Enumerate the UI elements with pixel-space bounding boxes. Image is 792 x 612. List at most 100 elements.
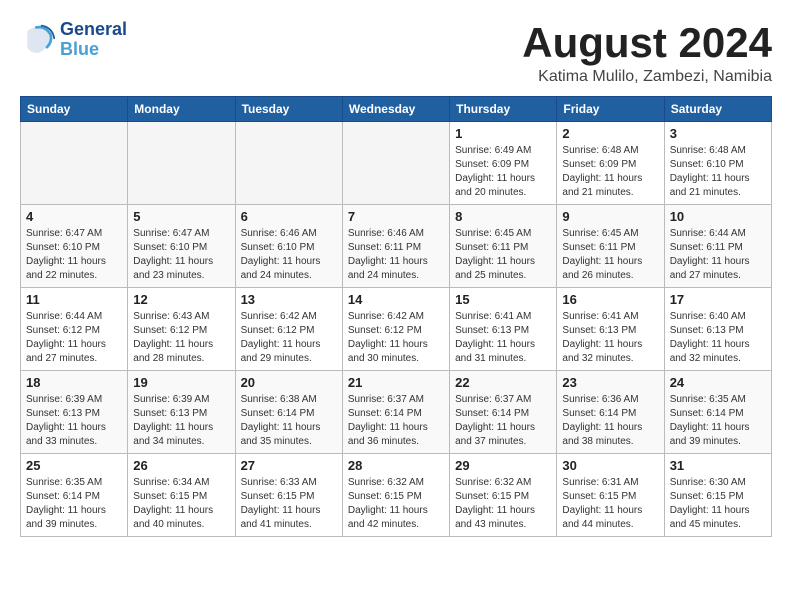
calendar-cell: 29 Sunrise: 6:32 AM Sunset: 6:15 PM Dayli… [450, 454, 557, 537]
calendar-header-row: SundayMondayTuesdayWednesdayThursdayFrid… [21, 97, 772, 122]
calendar-cell: 21Sunrise: 6:37 AM Sunset: 6:14 PM Dayli… [342, 371, 449, 454]
day-number: 30 [562, 458, 658, 473]
day-number: 13 [241, 292, 337, 307]
column-header-thursday: Thursday [450, 97, 557, 122]
day-info: Sunrise: 6:40 AM Sunset: 6:13 PM Dayligh… [670, 310, 766, 366]
day-info: Sunrise: 6:42 AM Sunset: 6:12 PM Dayligh… [241, 310, 337, 366]
calendar-cell: 20 Sunrise: 6:38 AM Sunset: 6:14 PM Dayli… [235, 371, 342, 454]
day-info: Sunrise: 6:41 AM Sunset: 6:13 PM Dayligh… [562, 310, 658, 366]
day-number: 22 [455, 375, 551, 390]
day-number: 2 [562, 126, 658, 141]
day-info: Sunrise: 6:46 AM Sunset: 6:11 PM Dayligh… [348, 227, 444, 283]
calendar-cell [128, 122, 235, 205]
calendar-cell: 8 Sunrise: 6:45 AM Sunset: 6:11 PM Daylig… [450, 205, 557, 288]
calendar-cell: 26Sunrise: 6:34 AM Sunset: 6:15 PM Dayli… [128, 454, 235, 537]
calendar-cell: 5Sunrise: 6:47 AM Sunset: 6:10 PM Daylig… [128, 205, 235, 288]
calendar-cell: 15Sunrise: 6:41 AM Sunset: 6:13 PM Dayli… [450, 288, 557, 371]
calendar-cell: 27 Sunrise: 6:33 AM Sunset: 6:15 PM Dayli… [235, 454, 342, 537]
day-info: Sunrise: 6:36 AM Sunset: 6:14 PM Dayligh… [562, 393, 658, 449]
day-number: 19 [133, 375, 229, 390]
calendar-cell: 31Sunrise: 6:30 AM Sunset: 6:15 PM Dayli… [664, 454, 771, 537]
column-header-sunday: Sunday [21, 97, 128, 122]
day-number: 7 [348, 209, 444, 224]
day-info: Sunrise: 6:38 AM Sunset: 6:14 PM Dayligh… [241, 393, 337, 449]
day-number: 10 [670, 209, 766, 224]
calendar-cell: 28Sunrise: 6:32 AM Sunset: 6:15 PM Dayli… [342, 454, 449, 537]
day-info: Sunrise: 6:49 AM Sunset: 6:09 PM Dayligh… [455, 144, 551, 200]
calendar-cell [342, 122, 449, 205]
calendar-cell: 17 Sunrise: 6:40 AM Sunset: 6:13 PM Dayli… [664, 288, 771, 371]
day-info: Sunrise: 6:39 AM Sunset: 6:13 PM Dayligh… [133, 393, 229, 449]
day-number: 12 [133, 292, 229, 307]
calendar-cell: 24 Sunrise: 6:35 AM Sunset: 6:14 PM Dayli… [664, 371, 771, 454]
day-info: Sunrise: 6:44 AM Sunset: 6:11 PM Dayligh… [670, 227, 766, 283]
day-info: Sunrise: 6:45 AM Sunset: 6:11 PM Dayligh… [455, 227, 551, 283]
week-row-1: 1 Sunrise: 6:49 AM Sunset: 6:09 PM Daylig… [21, 122, 772, 205]
day-info: Sunrise: 6:48 AM Sunset: 6:09 PM Dayligh… [562, 144, 658, 200]
page-header: General Blue August 2024 Katima Mulilo, … [20, 20, 772, 86]
week-row-5: 25 Sunrise: 6:35 AM Sunset: 6:14 PM Dayli… [21, 454, 772, 537]
column-header-monday: Monday [128, 97, 235, 122]
day-info: Sunrise: 6:35 AM Sunset: 6:14 PM Dayligh… [670, 393, 766, 449]
calendar-cell: 25 Sunrise: 6:35 AM Sunset: 6:14 PM Dayli… [21, 454, 128, 537]
day-number: 15 [455, 292, 551, 307]
calendar-cell: 3Sunrise: 6:48 AM Sunset: 6:10 PM Daylig… [664, 122, 771, 205]
day-number: 4 [26, 209, 122, 224]
day-info: Sunrise: 6:48 AM Sunset: 6:10 PM Dayligh… [670, 144, 766, 200]
calendar-cell: 19 Sunrise: 6:39 AM Sunset: 6:13 PM Dayli… [128, 371, 235, 454]
logo-text: General Blue [60, 20, 127, 60]
column-header-tuesday: Tuesday [235, 97, 342, 122]
column-header-saturday: Saturday [664, 97, 771, 122]
day-number: 14 [348, 292, 444, 307]
calendar-cell: 13 Sunrise: 6:42 AM Sunset: 6:12 PM Dayli… [235, 288, 342, 371]
calendar-cell: 30Sunrise: 6:31 AM Sunset: 6:15 PM Dayli… [557, 454, 664, 537]
calendar-cell [21, 122, 128, 205]
calendar-cell: 18Sunrise: 6:39 AM Sunset: 6:13 PM Dayli… [21, 371, 128, 454]
month-title: August 2024 [522, 20, 772, 66]
week-row-3: 11 Sunrise: 6:44 AM Sunset: 6:12 PM Dayli… [21, 288, 772, 371]
day-number: 17 [670, 292, 766, 307]
day-number: 8 [455, 209, 551, 224]
calendar-cell: 10 Sunrise: 6:44 AM Sunset: 6:11 PM Dayli… [664, 205, 771, 288]
day-info: Sunrise: 6:47 AM Sunset: 6:10 PM Dayligh… [133, 227, 229, 283]
day-info: Sunrise: 6:32 AM Sunset: 6:15 PM Dayligh… [455, 476, 551, 532]
day-number: 27 [241, 458, 337, 473]
day-info: Sunrise: 6:35 AM Sunset: 6:14 PM Dayligh… [26, 476, 122, 532]
calendar-table: SundayMondayTuesdayWednesdayThursdayFrid… [20, 96, 772, 537]
day-number: 9 [562, 209, 658, 224]
day-info: Sunrise: 6:37 AM Sunset: 6:14 PM Dayligh… [455, 393, 551, 449]
day-number: 6 [241, 209, 337, 224]
day-info: Sunrise: 6:34 AM Sunset: 6:15 PM Dayligh… [133, 476, 229, 532]
calendar-cell: 11 Sunrise: 6:44 AM Sunset: 6:12 PM Dayli… [21, 288, 128, 371]
day-number: 11 [26, 292, 122, 307]
calendar-cell: 2 Sunrise: 6:48 AM Sunset: 6:09 PM Daylig… [557, 122, 664, 205]
title-block: August 2024 Katima Mulilo, Zambezi, Nami… [522, 20, 772, 86]
calendar-cell: 16 Sunrise: 6:41 AM Sunset: 6:13 PM Dayli… [557, 288, 664, 371]
day-number: 1 [455, 126, 551, 141]
week-row-4: 18Sunrise: 6:39 AM Sunset: 6:13 PM Dayli… [21, 371, 772, 454]
week-row-2: 4 Sunrise: 6:47 AM Sunset: 6:10 PM Daylig… [21, 205, 772, 288]
day-number: 29 [455, 458, 551, 473]
calendar-cell [235, 122, 342, 205]
day-number: 23 [562, 375, 658, 390]
day-info: Sunrise: 6:44 AM Sunset: 6:12 PM Dayligh… [26, 310, 122, 366]
day-info: Sunrise: 6:30 AM Sunset: 6:15 PM Dayligh… [670, 476, 766, 532]
day-info: Sunrise: 6:47 AM Sunset: 6:10 PM Dayligh… [26, 227, 122, 283]
day-number: 16 [562, 292, 658, 307]
column-header-friday: Friday [557, 97, 664, 122]
calendar-cell: 12 Sunrise: 6:43 AM Sunset: 6:12 PM Dayli… [128, 288, 235, 371]
day-number: 20 [241, 375, 337, 390]
calendar-cell: 6Sunrise: 6:46 AM Sunset: 6:10 PM Daylig… [235, 205, 342, 288]
day-number: 25 [26, 458, 122, 473]
calendar-cell: 22 Sunrise: 6:37 AM Sunset: 6:14 PM Dayli… [450, 371, 557, 454]
day-number: 24 [670, 375, 766, 390]
day-info: Sunrise: 6:42 AM Sunset: 6:12 PM Dayligh… [348, 310, 444, 366]
day-info: Sunrise: 6:43 AM Sunset: 6:12 PM Dayligh… [133, 310, 229, 366]
day-info: Sunrise: 6:39 AM Sunset: 6:13 PM Dayligh… [26, 393, 122, 449]
day-number: 21 [348, 375, 444, 390]
day-number: 28 [348, 458, 444, 473]
calendar-cell: 1 Sunrise: 6:49 AM Sunset: 6:09 PM Daylig… [450, 122, 557, 205]
logo: General Blue [20, 20, 127, 60]
calendar-cell: 9Sunrise: 6:45 AM Sunset: 6:11 PM Daylig… [557, 205, 664, 288]
day-info: Sunrise: 6:33 AM Sunset: 6:15 PM Dayligh… [241, 476, 337, 532]
